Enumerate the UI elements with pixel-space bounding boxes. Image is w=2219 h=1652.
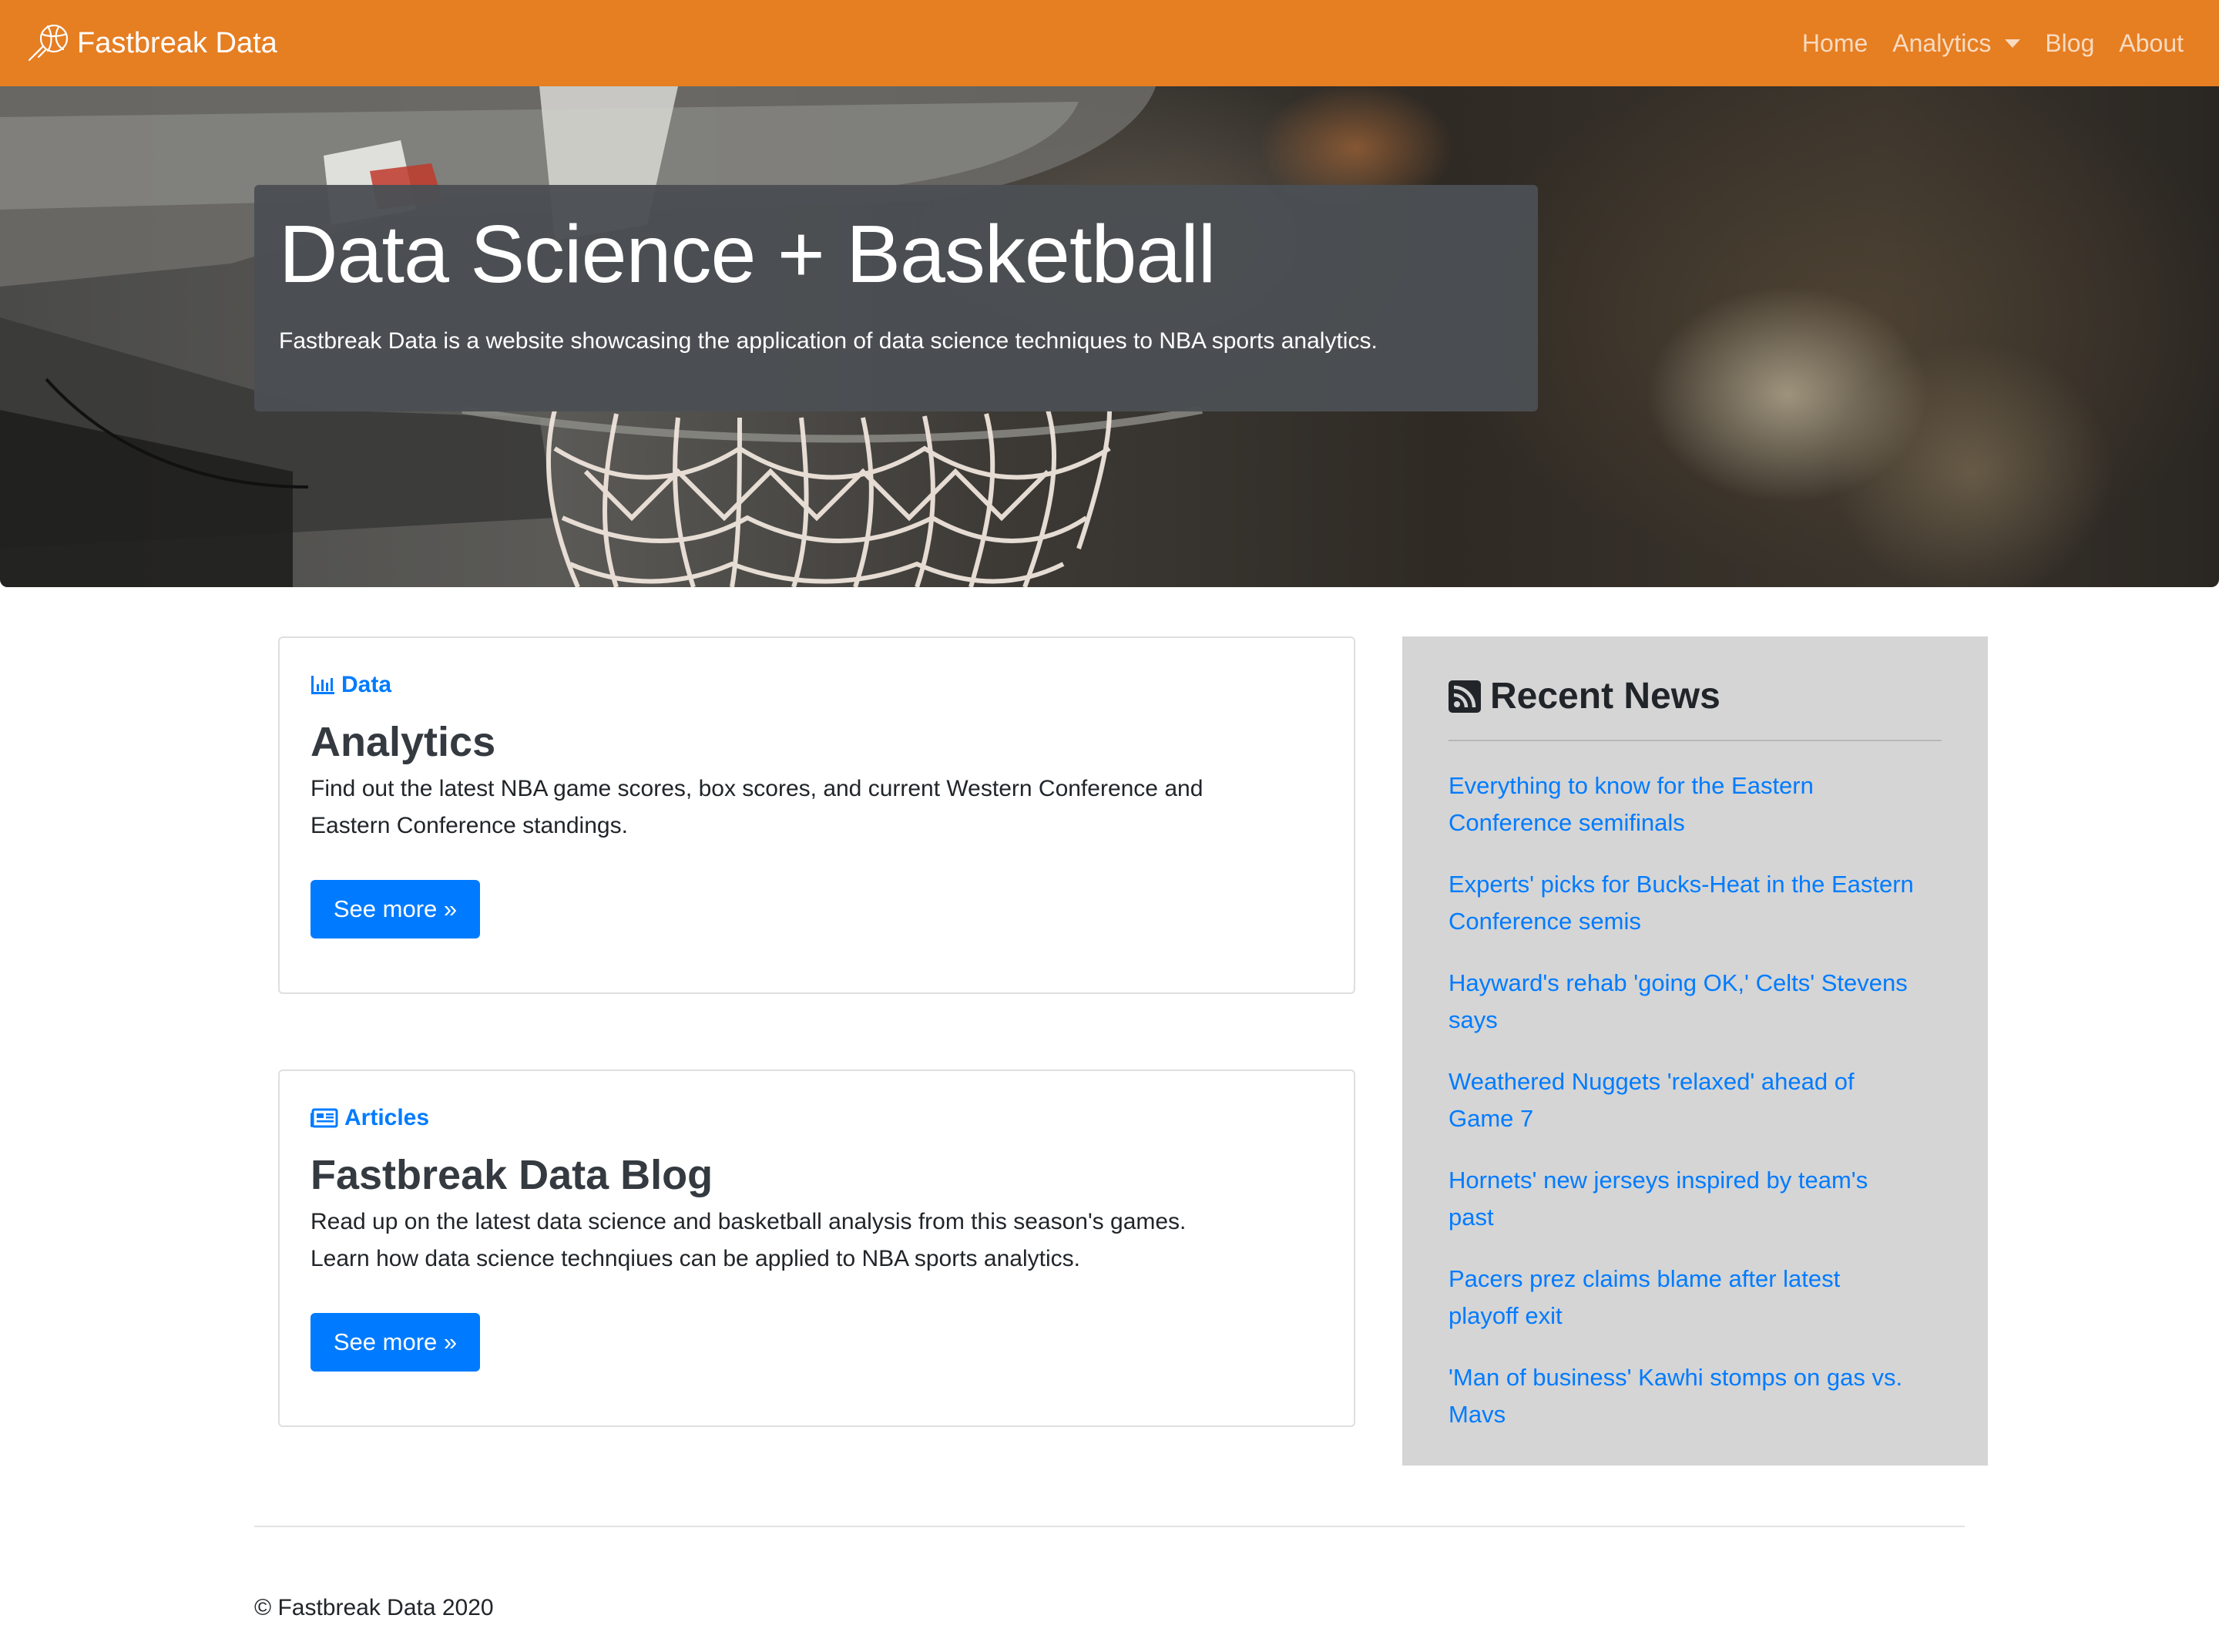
brand-link[interactable]: Fastbreak Data <box>25 0 277 86</box>
sidebar-heading: Recent News <box>1449 675 1720 717</box>
card-text-line: Find out the latest NBA game scores, box… <box>311 776 1203 801</box>
nav-analytics-label: Analytics <box>1892 29 1992 57</box>
news-link-line: Conference semifinals <box>1449 809 1685 836</box>
card-eyebrow-label: Data <box>341 672 392 697</box>
news-link-line: Weathered Nuggets 'relaxed' ahead of <box>1449 1068 1855 1095</box>
news-link[interactable]: Weathered Nuggets 'relaxed' ahead of Game… <box>1449 1063 1949 1137</box>
news-item: Everything to know for the Eastern Confer… <box>1449 767 1949 866</box>
footer-copyright: © Fastbreak Data 2020 <box>254 1595 494 1620</box>
news-link-line: 'Man of business' Kawhi stomps on gas vs… <box>1449 1364 1903 1391</box>
newspaper-icon <box>311 1108 338 1128</box>
see-more-analytics-button[interactable]: See more » <box>311 880 480 938</box>
news-list: Everything to know for the Eastern Confer… <box>1449 767 1949 1458</box>
hero-title: Data Science + Basketball <box>279 209 1216 300</box>
card-text: Read up on the latest data science and b… <box>311 1204 1328 1278</box>
navbar: Fastbreak Data Home Analytics Blog About <box>0 0 2219 86</box>
bar-chart-icon <box>311 676 334 694</box>
news-item: Experts' picks for Bucks-Heat in the Eas… <box>1449 866 1949 965</box>
hero-lead: Fastbreak Data is a website showcasing t… <box>279 328 1378 354</box>
nav-about-label: About <box>2119 29 2184 57</box>
news-link[interactable]: 'Man of business' Kawhi stomps on gas vs… <box>1449 1359 1949 1433</box>
card-eyebrow: Articles <box>311 1105 429 1131</box>
news-link-line: Pacers prez claims blame after latest <box>1449 1265 1841 1292</box>
card-text: Find out the latest NBA game scores, box… <box>311 771 1328 844</box>
news-item: Hornets' new jerseys inspired by team's p… <box>1449 1162 1949 1261</box>
news-link-line: Experts' picks for Bucks-Heat in the Eas… <box>1449 871 1914 898</box>
nav-about-link[interactable]: About <box>2119 29 2184 58</box>
footer-divider <box>254 1526 1965 1527</box>
news-link-line: Game 7 <box>1449 1105 1534 1132</box>
news-link[interactable]: Experts' picks for Bucks-Heat in the Eas… <box>1449 866 1949 940</box>
card-text-line: Read up on the latest data science and b… <box>311 1209 1187 1234</box>
blog-card: Articles Fastbreak Data Blog Read up on … <box>278 1069 1355 1427</box>
news-item: Weathered Nuggets 'relaxed' ahead of Game… <box>1449 1063 1949 1162</box>
news-link-line: Everything to know for the Eastern <box>1449 772 1814 799</box>
card-title: Fastbreak Data Blog <box>311 1152 713 1198</box>
news-link-line: says <box>1449 1006 1498 1033</box>
rss-icon <box>1449 680 1481 713</box>
news-link[interactable]: Hornets' new jerseys inspired by team's p… <box>1449 1162 1949 1236</box>
nav-analytics-dropdown[interactable]: Analytics <box>1892 29 2021 58</box>
news-link[interactable]: Everything to know for the Eastern Confer… <box>1449 767 1949 841</box>
hero-jumbotron: Data Science + Basketball Fastbreak Data… <box>0 86 2219 587</box>
news-link-line: Mavs <box>1449 1401 1506 1428</box>
hero-caption-box: Data Science + Basketball Fastbreak Data… <box>254 185 1538 411</box>
card-eyebrow: Data <box>311 672 391 698</box>
news-item: Hayward's rehab 'going OK,' Celts' Steve… <box>1449 965 1949 1063</box>
nav-home-label: Home <box>1801 29 1868 57</box>
news-item: 'Man of business' Kawhi stomps on gas vs… <box>1449 1359 1949 1458</box>
nav-menu: Home Analytics Blog About <box>1778 0 2184 86</box>
news-link-line: Hayward's rehab 'going OK,' Celts' Steve… <box>1449 969 1908 996</box>
chevron-down-icon <box>2005 39 2021 48</box>
card-title: Analytics <box>311 719 496 765</box>
news-item: Pacers prez claims blame after latest pla… <box>1449 1261 1949 1359</box>
news-link-line: past <box>1449 1204 1494 1231</box>
brand-name: Fastbreak Data <box>77 26 277 59</box>
news-link-line: playoff exit <box>1449 1302 1563 1329</box>
analytics-card: Data Analytics Find out the latest NBA g… <box>278 636 1355 994</box>
recent-news-sidebar: Recent News Everything to know for the E… <box>1402 636 1988 1466</box>
card-text-line: Learn how data science technqiues can be… <box>311 1246 1080 1271</box>
nav-blog-label: Blog <box>2045 29 2095 57</box>
news-link-line: Hornets' new jerseys inspired by team's <box>1449 1167 1868 1194</box>
nav-home-link[interactable]: Home <box>1802 29 1868 58</box>
card-text-line: Eastern Conference standings. <box>311 813 628 838</box>
sidebar-divider <box>1449 740 1942 741</box>
card-eyebrow-label: Articles <box>344 1105 430 1130</box>
basketball-icon <box>28 24 69 62</box>
news-link[interactable]: Hayward's rehab 'going OK,' Celts' Steve… <box>1449 965 1949 1039</box>
news-link-line: Conference semis <box>1449 908 1641 935</box>
news-link[interactable]: Pacers prez claims blame after latest pla… <box>1449 1261 1949 1335</box>
see-more-blog-button[interactable]: See more » <box>311 1313 480 1372</box>
nav-blog-link[interactable]: Blog <box>2045 29 2094 58</box>
sidebar-title: Recent News <box>1490 676 1720 717</box>
